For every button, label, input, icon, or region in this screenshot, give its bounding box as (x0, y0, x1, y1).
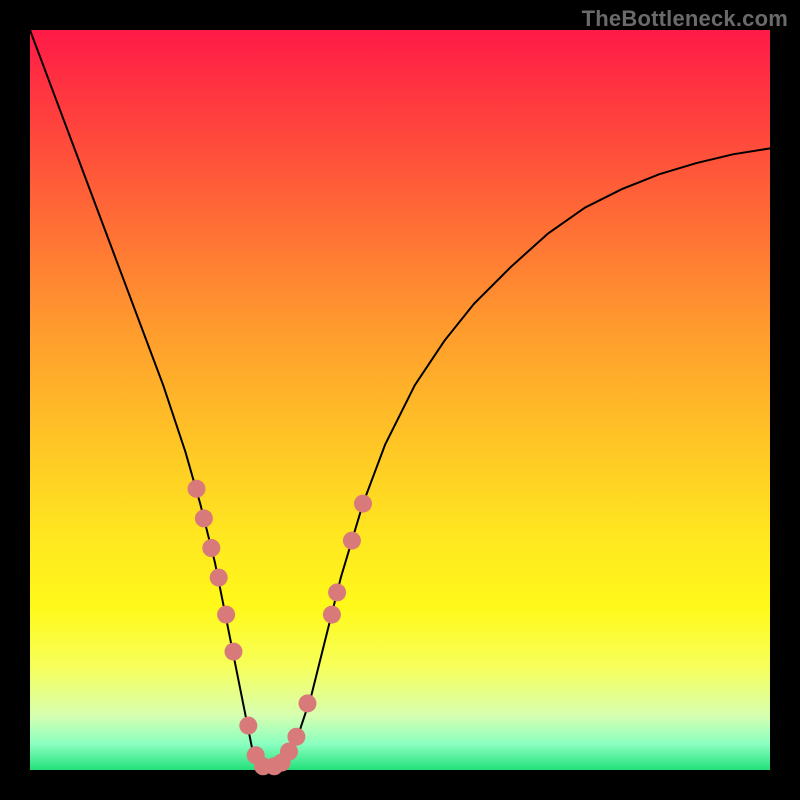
data-marker (328, 583, 346, 601)
data-marker (202, 539, 220, 557)
data-marker (323, 606, 341, 624)
data-marker (188, 480, 206, 498)
data-marker (210, 569, 228, 587)
data-marker (225, 643, 243, 661)
data-marker (299, 694, 317, 712)
bottleneck-curve (30, 30, 770, 770)
plot-svg (30, 30, 770, 770)
chart-area (30, 30, 770, 770)
data-marker (239, 717, 257, 735)
watermark-text: TheBottleneck.com (582, 6, 788, 32)
data-marker (354, 495, 372, 513)
marker-group (188, 480, 373, 776)
data-marker (343, 532, 361, 550)
data-marker (287, 728, 305, 746)
data-marker (195, 509, 213, 527)
data-marker (217, 606, 235, 624)
